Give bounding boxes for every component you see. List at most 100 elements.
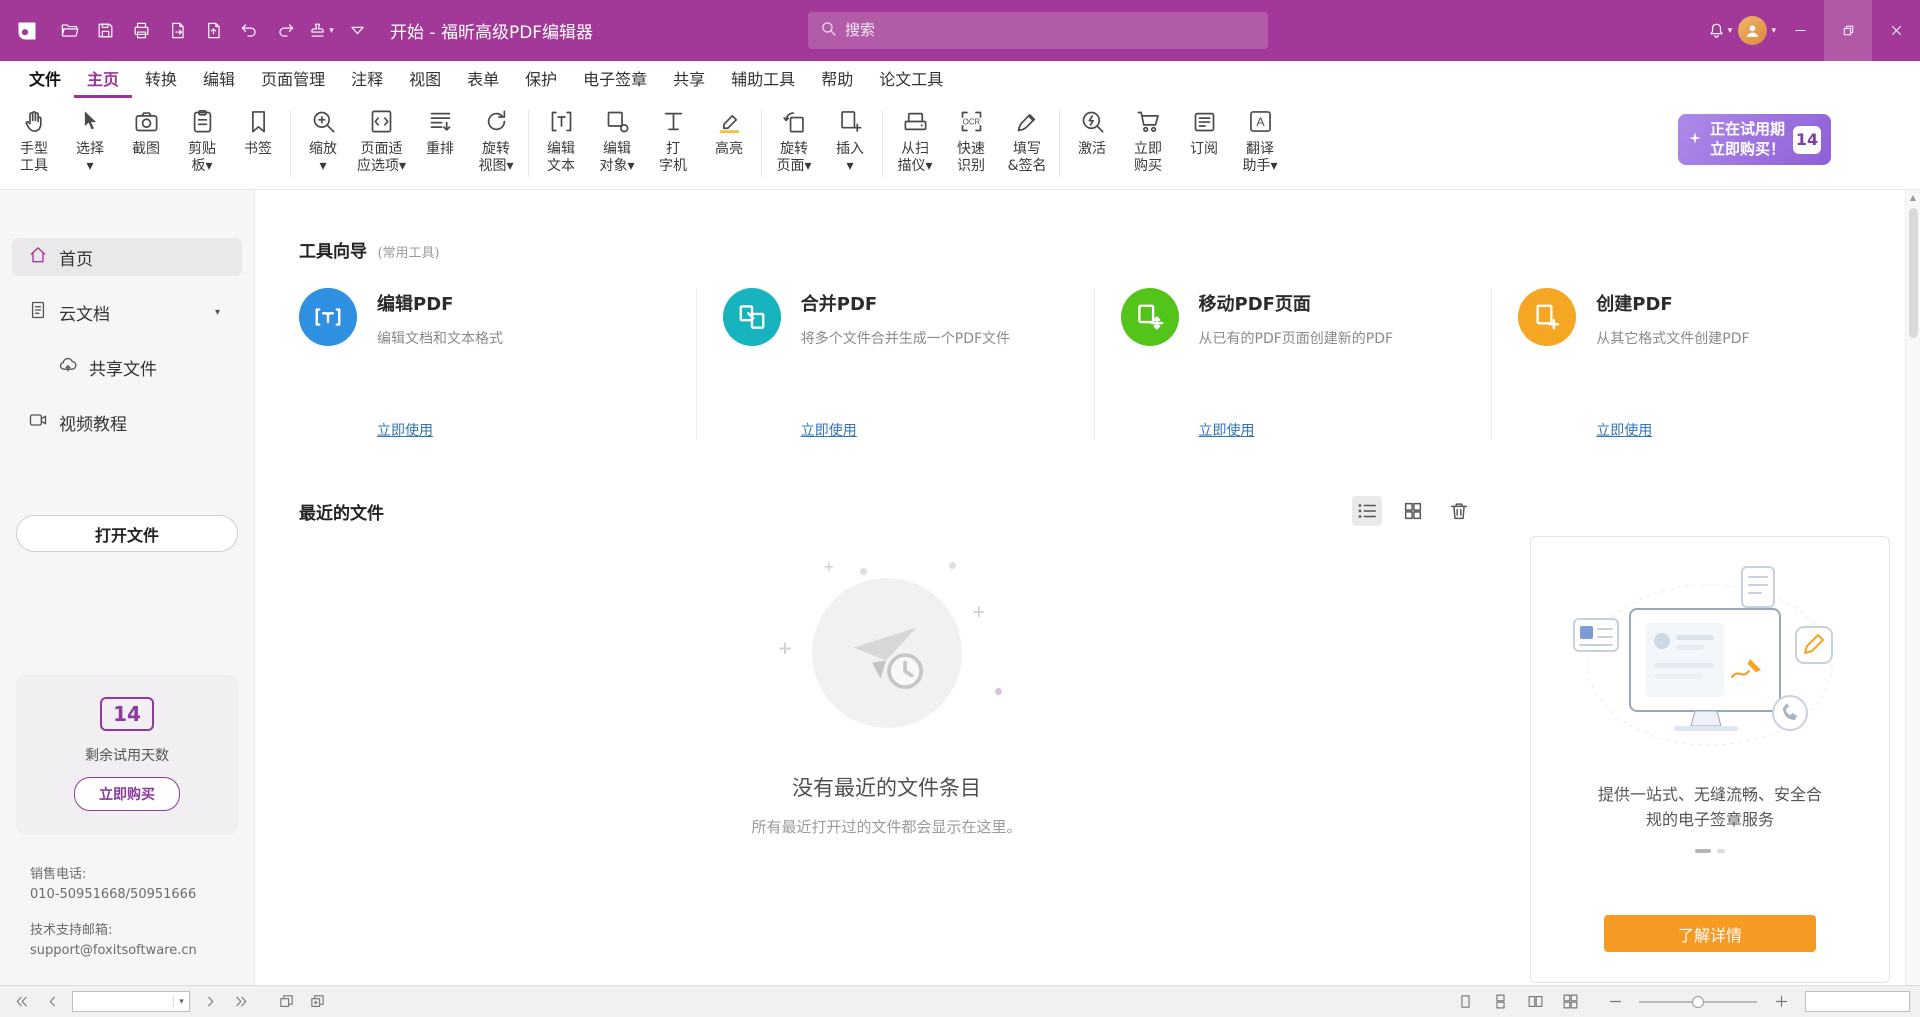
zoom-level-input[interactable]	[1805, 991, 1910, 1012]
facing-view-button[interactable]	[1524, 991, 1546, 1013]
tool-card-merge-pdf[interactable]: 合并PDF 将多个文件合并生成一个PDF文件 立即使用	[697, 288, 1095, 440]
menu-tab-file[interactable]: 文件	[16, 61, 74, 98]
ribbon-edit-text[interactable]: 编辑 文本	[533, 98, 589, 178]
copy-pages-icon-button[interactable]	[306, 991, 328, 1013]
tool-card-move-pdf-pages[interactable]: 移动PDF页面 从已有的PDF页面创建新的PDF 立即使用	[1095, 288, 1493, 440]
restore-window-button[interactable]	[1824, 0, 1872, 61]
continuous-view-button[interactable]	[1489, 991, 1511, 1013]
open-folder-icon[interactable]	[52, 14, 86, 48]
minimize-button[interactable]	[1776, 0, 1824, 61]
support-email-address[interactable]: support@foxitsoftware.cn	[30, 941, 254, 961]
undo-icon[interactable]	[232, 14, 266, 48]
export-icon[interactable]	[160, 14, 194, 48]
chevron-down-icon: ▾	[1728, 26, 1733, 36]
open-file-button[interactable]: 打开文件	[16, 515, 238, 552]
ribbon-hand-tool[interactable]: 手型 工具	[6, 98, 62, 178]
menu-tab-edit[interactable]: 编辑	[190, 61, 248, 98]
ribbon-typewriter[interactable]: 打 字机	[645, 98, 701, 178]
sidebar-item-home[interactable]: 首页	[12, 238, 242, 276]
menu-tab-accessibility[interactable]: 辅助工具	[718, 61, 808, 98]
ribbon-buy-now[interactable]: 立即 购买	[1120, 98, 1176, 178]
redo-icon[interactable]	[268, 14, 302, 48]
snapshot-pages-icon-button[interactable]	[275, 991, 297, 1013]
signature-stamp-button[interactable]: ▾	[304, 14, 338, 48]
ribbon-fit-page-options[interactable]: 页面适 应选项▾	[351, 98, 412, 178]
use-now-link[interactable]: 立即使用	[1596, 420, 1652, 440]
ribbon-fill-sign[interactable]: 填写 &签名	[999, 98, 1055, 178]
carousel-dot-active[interactable]	[1695, 849, 1711, 853]
learn-more-button[interactable]: 了解详情	[1604, 915, 1816, 952]
ribbon-rotate-view[interactable]: 旋转 视图▾	[468, 98, 524, 178]
continuous-facing-view-button[interactable]	[1559, 991, 1581, 1013]
list-view-button[interactable]	[1352, 496, 1382, 526]
use-now-link[interactable]: 立即使用	[801, 420, 857, 440]
scroll-up-arrow-icon[interactable]: ▲	[1910, 190, 1916, 202]
notifications-bell-button[interactable]: ▾	[1702, 14, 1736, 48]
ribbon-clipboard[interactable]: 剪贴 板▾	[174, 98, 230, 178]
first-page-button[interactable]	[10, 991, 32, 1013]
share-document-icon[interactable]	[196, 14, 230, 48]
menu-tab-convert[interactable]: 转换	[132, 61, 190, 98]
ribbon-quick-ocr[interactable]: OCR快速 识别	[943, 98, 999, 178]
next-page-button[interactable]	[199, 991, 221, 1013]
page-number-input[interactable]	[73, 992, 173, 1011]
shared-cloud-icon	[58, 355, 78, 380]
page-dropdown-caret-icon[interactable]: ▾	[173, 997, 189, 1007]
ribbon-bookmark[interactable]: 书签	[230, 98, 286, 162]
menu-tab-esign[interactable]: 电子签章	[570, 61, 660, 98]
trial-period-banner[interactable]: 正在试用期 立即购买！ 14	[1678, 114, 1831, 165]
vertical-scrollbar[interactable]: ▲	[1905, 190, 1920, 985]
prev-page-button[interactable]	[41, 991, 63, 1013]
menu-tab-help[interactable]: 帮助	[808, 61, 866, 98]
ribbon-display-options-button[interactable]	[340, 14, 374, 48]
menu-tab-protect[interactable]: 保护	[512, 61, 570, 98]
ribbon-rotate-pages[interactable]: 旋转 页面▾	[766, 98, 822, 178]
menu-tab-organize-pages[interactable]: 页面管理	[248, 61, 338, 98]
zoom-out-button[interactable]	[1604, 991, 1626, 1013]
print-icon[interactable]	[124, 14, 158, 48]
ribbon-highlight[interactable]: 高亮	[701, 98, 757, 162]
zoom-slider[interactable]	[1639, 995, 1757, 1009]
ribbon-snapshot[interactable]: 截图	[118, 98, 174, 162]
ribbon-select[interactable]: 选择 ▾	[62, 98, 118, 178]
sidebar-item-video-tutorials[interactable]: 视频教程	[12, 403, 242, 441]
use-now-link[interactable]: 立即使用	[1199, 420, 1255, 440]
tool-card-create-pdf[interactable]: 创建PDF 从其它格式文件创建PDF 立即使用	[1492, 288, 1890, 440]
menu-tab-view[interactable]: 视图	[396, 61, 454, 98]
ribbon-from-scanner[interactable]: 从扫 描仪▾	[887, 98, 943, 178]
search-input[interactable]	[845, 22, 1256, 39]
use-now-link[interactable]: 立即使用	[377, 420, 433, 440]
recent-files-title: 最近的文件	[299, 499, 384, 524]
single-page-view-button[interactable]	[1454, 991, 1476, 1013]
grid-view-button[interactable]	[1398, 496, 1428, 526]
clear-recent-trash-button[interactable]	[1444, 496, 1474, 526]
menu-tab-share[interactable]: 共享	[660, 61, 718, 98]
carousel-dot[interactable]	[1717, 849, 1725, 853]
save-icon[interactable]	[88, 14, 122, 48]
zoom-slider-thumb[interactable]	[1692, 996, 1704, 1008]
menu-tab-home[interactable]: 主页	[74, 61, 132, 98]
account-menu-button[interactable]: ▾	[1736, 14, 1776, 48]
buy-now-button[interactable]: 立即购买	[74, 777, 180, 811]
last-page-button[interactable]	[230, 991, 252, 1013]
tool-card-edit-pdf[interactable]: 编辑PDF 编辑文档和文本格式 立即使用	[299, 288, 697, 440]
page-number-box[interactable]: ▾	[72, 991, 190, 1012]
ribbon-reflow[interactable]: 重排	[412, 98, 468, 162]
ribbon-edit-object[interactable]: 编辑 对象▾	[589, 98, 645, 178]
close-button[interactable]	[1872, 0, 1920, 61]
ribbon-zoom[interactable]: 缩放 ▾	[295, 98, 351, 178]
ribbon-activate[interactable]: 激活	[1064, 98, 1120, 162]
search-box[interactable]	[808, 12, 1268, 49]
menu-tab-form[interactable]: 表单	[454, 61, 512, 98]
ribbon-subscribe[interactable]: 订阅	[1176, 98, 1232, 162]
sidebar-item-cloud-docs[interactable]: 云文档 ▾	[12, 293, 242, 331]
ribbon-insert-pages[interactable]: 插入 ▾	[822, 98, 878, 178]
chevron-down-icon[interactable]: ▾	[215, 307, 220, 318]
menu-tab-paper-tools[interactable]: 论文工具	[866, 61, 956, 98]
menu-tab-comment[interactable]: 注释	[338, 61, 396, 98]
sidebar-item-shared-files[interactable]: 共享文件	[12, 348, 242, 386]
sales-phone-label: 销售电话:	[30, 865, 254, 885]
zoom-in-button[interactable]	[1770, 991, 1792, 1013]
ribbon-translate-assistant[interactable]: A翻译 助手▾	[1232, 98, 1288, 178]
scrollbar-thumb[interactable]	[1909, 208, 1918, 338]
